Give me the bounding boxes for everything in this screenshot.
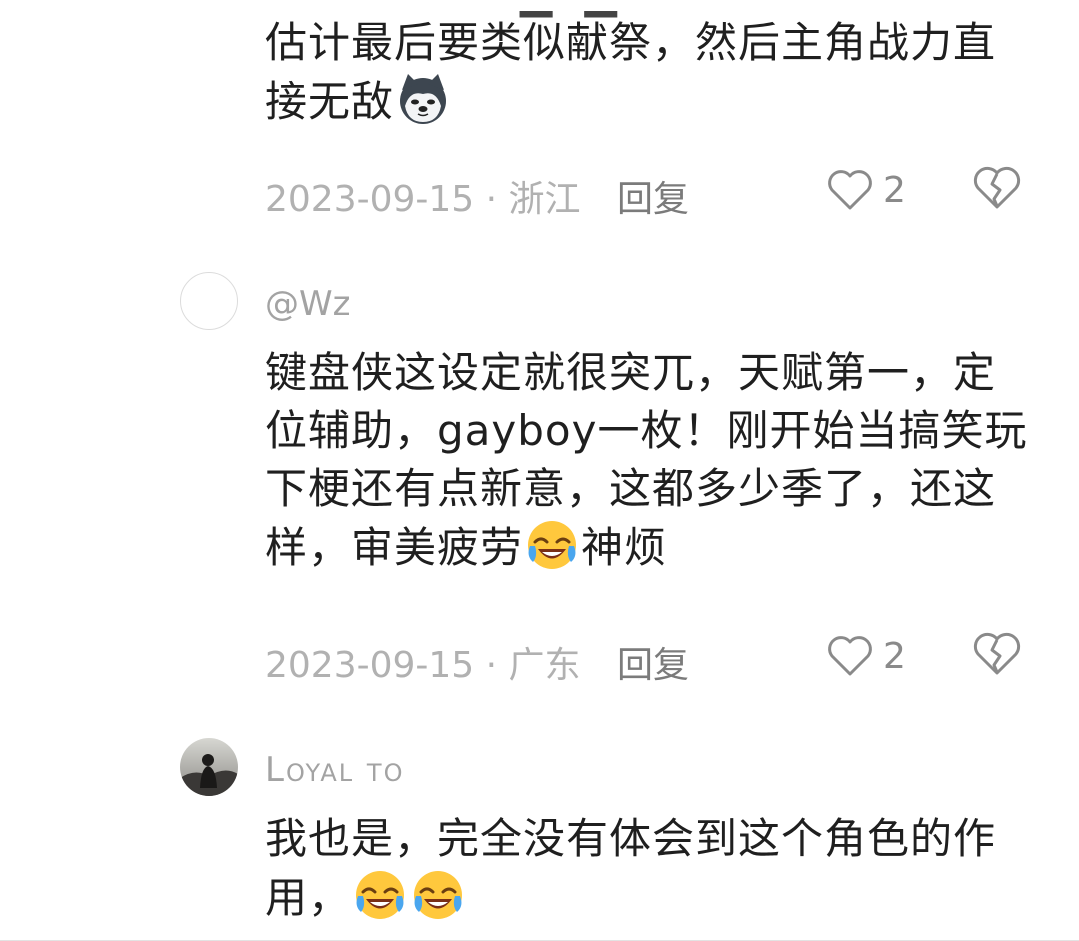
comment-3-avatar[interactable] bbox=[180, 738, 238, 796]
comment-2-reply-button[interactable]: 回复 bbox=[617, 636, 689, 688]
broken-heart-icon bbox=[973, 166, 1021, 209]
clipped-previous-text: ▁▔▁▔ bbox=[520, 0, 649, 14]
comment-1-reply-button[interactable]: 回复 bbox=[617, 170, 689, 222]
comment-1-dislike-button[interactable] bbox=[973, 166, 1021, 219]
comment-3-username[interactable]: Loyal to bbox=[265, 750, 404, 790]
comment-2-text: 键盘侠这设定就很突兀，天赋第一，定 位辅助，gayboy一枚！刚开始当搞笑玩 下… bbox=[265, 344, 1035, 577]
comment-1-meta: 2023-09-15 · 浙江 回复 2 bbox=[265, 162, 1065, 220]
comment-1-line-1: 估计最后要类似献祭，然后主角战力直 bbox=[265, 18, 997, 67]
comment-3-line-2: 用， bbox=[265, 868, 1035, 927]
laugh-cry-emoji bbox=[414, 871, 463, 919]
comment-1-date-location: 2023-09-15 · 浙江 bbox=[265, 179, 581, 220]
comment-1-like-button[interactable]: 2 bbox=[827, 162, 906, 218]
comment-2-username[interactable]: @Wz bbox=[265, 284, 350, 324]
broken-heart-icon bbox=[973, 632, 1021, 675]
comment-3-text: 我也是，完全没有体会到这个角色的作 用， bbox=[265, 810, 1035, 927]
comment-2-line-2: 位辅助，gayboy一枚！刚开始当搞笑玩 bbox=[265, 406, 1028, 455]
husky-dog-emoji bbox=[400, 74, 447, 124]
comment-3-line-1: 我也是，完全没有体会到这个角色的作 bbox=[265, 814, 997, 863]
comment-2-line-1: 键盘侠这设定就很突兀，天赋第一，定 bbox=[265, 348, 997, 397]
heart-outline-icon bbox=[828, 636, 872, 676]
comment-1-text: 估计最后要类似献祭，然后主角战力直 接无敌 bbox=[265, 14, 1035, 131]
comments-page: ▁▔▁▔ 估计最后要类似献祭，然后主角战力直 接无敌 2023-09-15 · … bbox=[0, 0, 1079, 941]
comment-2-date-location: 2023-09-15 · 广东 bbox=[265, 645, 581, 686]
heart-outline-icon bbox=[828, 170, 872, 210]
comment-1-like-count: 2 bbox=[883, 169, 906, 211]
comment-2-like-button[interactable]: 2 bbox=[827, 628, 906, 684]
comment-2-like-count: 2 bbox=[883, 635, 906, 677]
comment-2-dislike-button[interactable] bbox=[973, 632, 1021, 685]
comment-2-avatar[interactable] bbox=[180, 272, 238, 330]
laugh-cry-emoji bbox=[356, 871, 405, 919]
laugh-cry-emoji bbox=[528, 521, 577, 569]
comment-2-meta: 2023-09-15 · 广东 回复 2 bbox=[265, 628, 1065, 686]
comment-1-line-2: 接无敌 bbox=[265, 72, 1035, 131]
avatar-photo bbox=[180, 738, 238, 796]
comment-2-line-4: 样，审美疲劳 神烦 bbox=[265, 518, 1035, 577]
comment-2-line-3: 下梗还有点新意，这都多少季了，还这 bbox=[265, 464, 997, 513]
